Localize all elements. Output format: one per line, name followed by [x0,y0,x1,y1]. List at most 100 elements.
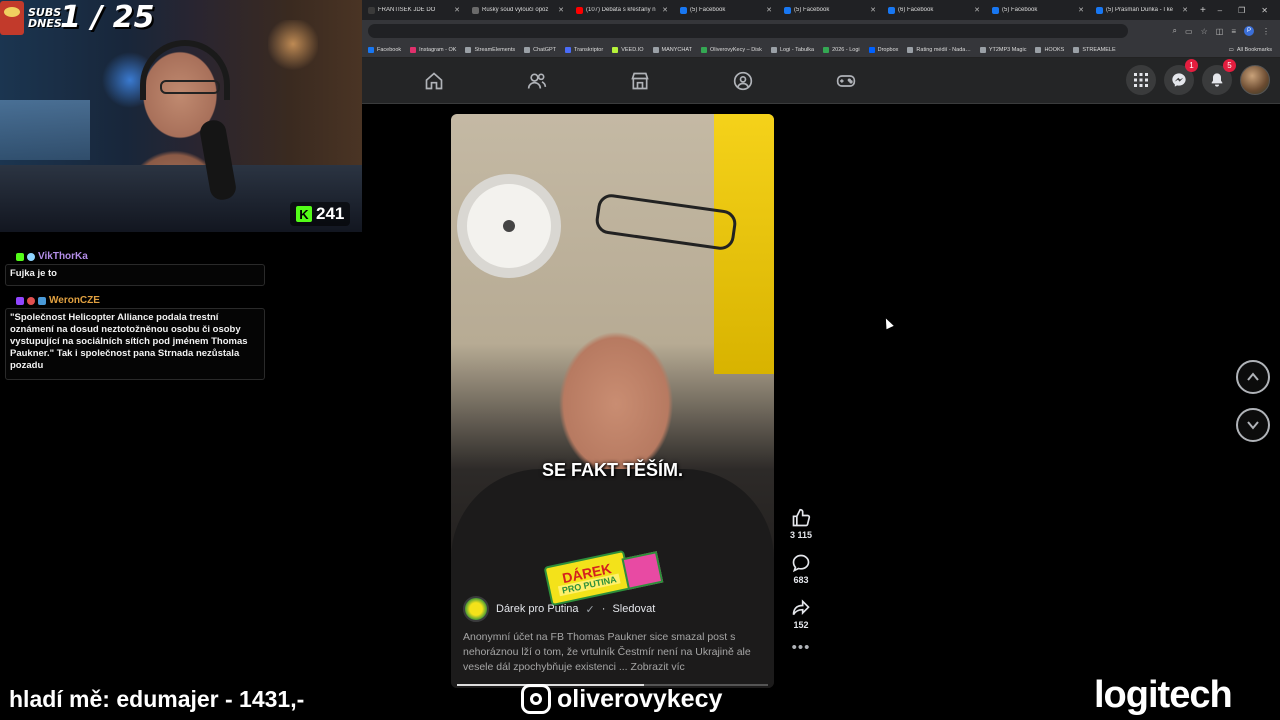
see-more-link[interactable]: Zobrazit víc [631,661,685,673]
share-button[interactable]: 152 [791,598,811,630]
tab-title: FRANTIŠEK JDE DO [378,7,436,13]
bookmark-item[interactable]: Logi - Tabulka [770,46,815,53]
groups-icon[interactable] [733,71,753,91]
tab-close-icon[interactable]: ✕ [454,6,460,14]
tab-close-icon[interactable]: ✕ [1182,6,1188,14]
bookmark-item[interactable]: VEED.IO [612,46,644,53]
donation-ticker: hladí mě: edumajer - 1431,- [9,686,305,712]
browser-profile-avatar[interactable]: P [1244,26,1254,36]
browser-tab[interactable]: (5) Facebook ✕ [986,0,1090,20]
instagram-handle: oliverovykecy [557,684,723,713]
like-button[interactable]: 3 115 [790,508,812,540]
bookmark-label: ChatGPT [533,46,557,53]
friends-icon[interactable] [527,71,547,91]
all-bookmarks-label: All Bookmarks [1236,46,1272,53]
bookmark-label: STREAMELE [1082,46,1116,53]
chat-badge-icon [38,296,46,305]
mouse-cursor [882,316,894,330]
chat-user-2: WeronCZE [16,295,100,306]
bookmark-item[interactable]: Facebook [368,46,401,53]
bookmark-item[interactable]: HOOKS [1035,46,1064,53]
bookmark-favicon-icon [565,46,572,53]
window-controls: – ❐ ✕ [1218,6,1280,15]
bookmark-item[interactable]: StreamElements [465,46,515,53]
menu-button[interactable] [1126,65,1156,95]
browser-address-bar: ⌕ ▭ ☆ ◫ ≡ P ⋮ [362,20,1280,42]
page-name[interactable]: Dárek pro Putina [496,603,579,615]
streamer-glasses [160,80,220,94]
browser-menu-icon[interactable]: ⋮ [1262,27,1270,36]
bookmark-item[interactable]: Rating médií - Nada… [907,46,971,53]
chat-username: WeronCZE [49,295,100,306]
marketplace-icon[interactable] [630,71,650,91]
chat-badge-icon [27,296,35,305]
extensions-icon[interactable]: ◫ [1216,27,1224,36]
bookmark-label: YT2MP3 Magic [988,46,1027,53]
thumbs-up-icon [792,508,811,527]
subs-label: SUBS DNES [28,5,62,30]
zoom-icon[interactable]: ⌕ [1173,26,1177,36]
bookmark-item[interactable]: Instagram - OK [410,46,456,53]
browser-tab[interactable]: (107) Debata s křesťany n ✕ [570,0,674,20]
viewer-count: 241 [316,204,345,223]
bookmark-label: VEED.IO [621,46,644,53]
minimize-button[interactable]: – [1218,6,1222,15]
install-icon[interactable]: ▭ [1185,27,1193,36]
bookmark-label: MANYCHAT [661,46,692,53]
bookmark-label: Logi - Tabulka [779,46,815,53]
account-avatar[interactable] [1240,65,1270,95]
bookmark-item[interactable]: Transkriptor [565,46,603,53]
tab-close-icon[interactable]: ✕ [870,6,876,14]
tab-close-icon[interactable]: ✕ [1078,6,1084,14]
browser-tab[interactable]: (6) Facebook ✕ [882,0,986,20]
bookmark-item[interactable]: ChatGPT [524,46,557,53]
comment-button[interactable]: 683 [791,553,811,585]
bookmark-item[interactable]: STREAMELE [1073,46,1116,53]
chat-message: Fujka je to [5,264,265,286]
chat-message-text: Fujka je to [10,268,57,279]
messenger-button[interactable]: 1 [1164,59,1198,95]
close-window-button[interactable]: ✕ [1261,6,1268,15]
home-icon[interactable] [424,71,444,91]
bookmark-star-icon[interactable]: ☆ [1201,27,1208,36]
tab-close-icon[interactable]: ✕ [766,6,772,14]
subs-count: 1 / 25 [60,0,155,35]
tab-close-icon[interactable]: ✕ [974,6,980,14]
browser-tab[interactable]: Ruský soud vyloučí opoz ✕ [466,0,570,20]
maximize-button[interactable]: ❐ [1238,6,1245,15]
bookmark-favicon-icon [652,46,659,53]
chat-badge-icon [16,296,24,305]
reel-actions: 3 115 683 152 ••• [783,508,819,656]
previous-reel-button[interactable] [1236,360,1270,394]
browser-tab[interactable]: FRANTIŠEK JDE DO ✕ [362,0,466,20]
tab-favicon-icon [784,6,791,14]
subs-counter: SUBS DNES 1 / 25 [0,0,154,35]
browser-tab[interactable]: (5) Prasman Dunka - I ke ✕ [1090,0,1194,20]
address-input[interactable] [368,24,1128,38]
browser-tab[interactable]: (5) Facebook ✕ [778,0,882,20]
all-bookmarks-button[interactable]: ▭ All Bookmarks [1229,47,1280,53]
bookmark-item[interactable]: 2026 - Logi [823,46,860,53]
follow-link[interactable]: Sledovat [612,603,655,615]
browser-tab[interactable]: (5) Facebook ✕ [674,0,778,20]
kick-logo-icon: K [296,206,312,222]
new-tab-button[interactable]: + [1194,5,1212,16]
tab-close-icon[interactable]: ✕ [558,6,564,14]
sidebar-icon[interactable]: ≡ [1231,27,1236,36]
reel-video[interactable]: SE FAKT TĚŠÍM. DÁREK PRO PUTINA Dárek pr… [451,114,774,688]
bookmark-favicon-icon [700,46,707,53]
page-avatar[interactable] [463,596,489,622]
gaming-icon[interactable] [836,71,856,91]
video-tape-reel [457,174,561,278]
bookmark-item[interactable]: OliverovyKecy – Disk [700,46,762,53]
notifications-button[interactable]: 5 [1202,59,1236,95]
next-reel-button[interactable] [1236,408,1270,442]
tab-close-icon[interactable]: ✕ [662,6,668,14]
messenger-badge: 1 [1185,59,1198,72]
bookmark-favicon-icon [907,46,914,53]
bookmark-item[interactable]: YT2MP3 Magic [979,46,1027,53]
bookmark-label: Dropbox [877,46,899,53]
bookmark-item[interactable]: MANYCHAT [652,46,692,53]
bookmark-item[interactable]: Dropbox [868,46,899,53]
more-options-button[interactable]: ••• [792,639,811,656]
